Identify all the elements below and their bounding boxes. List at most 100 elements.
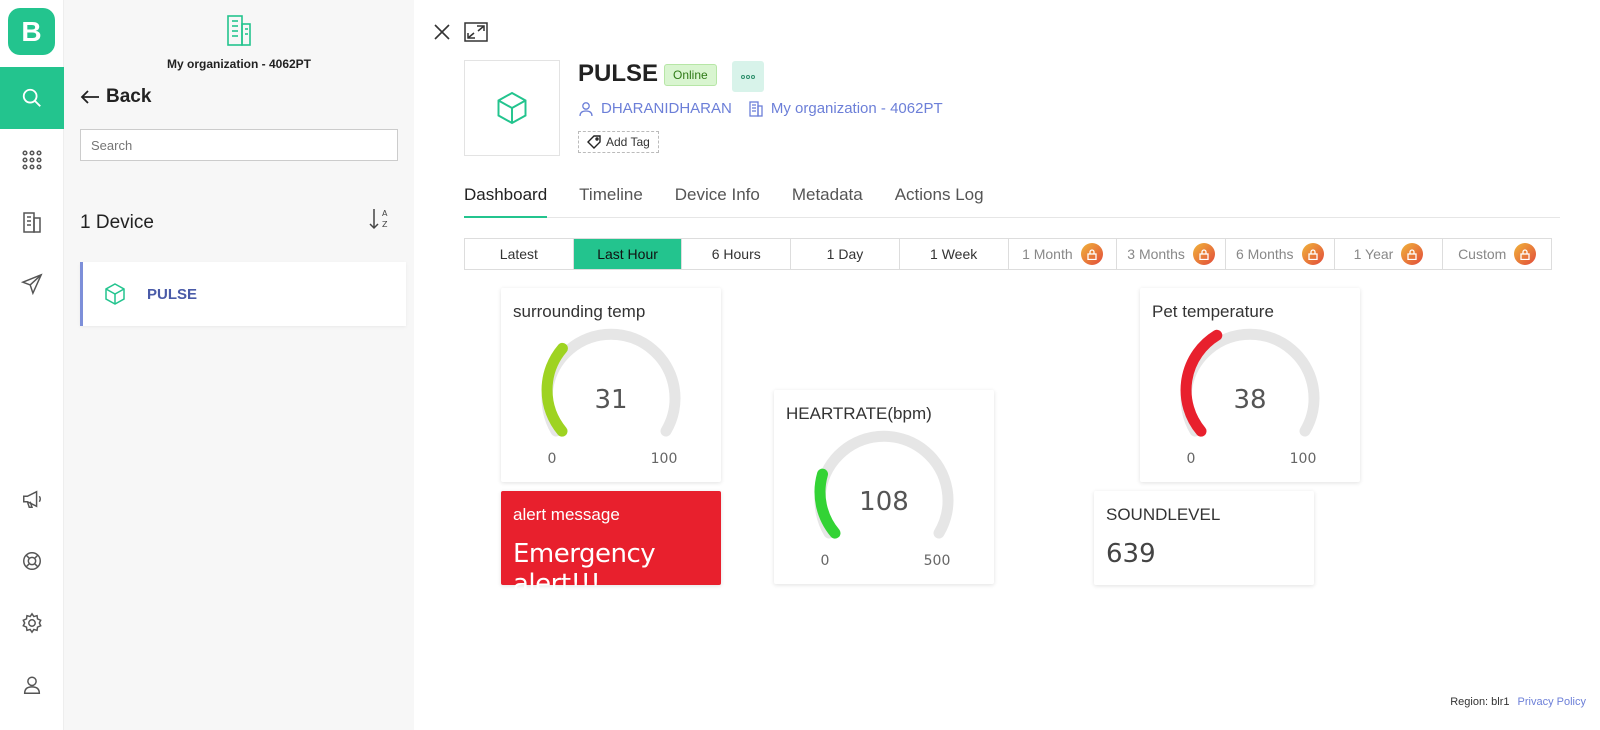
gauge-max: 100 — [651, 451, 678, 467]
add-tag-label: Add Tag — [606, 135, 650, 149]
privacy-policy-link[interactable]: Privacy Policy — [1518, 696, 1586, 708]
footer: Region: blr1 Privacy Policy — [1450, 696, 1586, 708]
gauge-min: 0 — [821, 553, 830, 569]
alert-message-text: Emergency alert!!! — [513, 539, 656, 599]
time-range-label: Last Hour — [597, 246, 658, 262]
arrow-left-icon — [80, 90, 99, 104]
time-range-label: 3 Months — [1127, 246, 1185, 262]
user-icon[interactable] — [0, 654, 64, 716]
gauge-min: 0 — [1187, 451, 1196, 467]
tag-icon — [587, 135, 601, 149]
tab-device-info[interactable]: Device Info — [675, 182, 760, 218]
time-range-1-month[interactable]: 1 Month — [1009, 239, 1118, 269]
gear-icon[interactable] — [0, 592, 64, 654]
more-icon — [741, 74, 755, 79]
lock-icon — [1080, 243, 1103, 265]
gauge-max: 100 — [1290, 451, 1317, 467]
widget-title: SOUNDLEVEL — [1106, 505, 1221, 524]
blynk-logo[interactable]: B — [8, 8, 55, 55]
building-icon[interactable] — [0, 191, 64, 253]
device-meta: DHARANIDHARAN My organization - 4062PT — [578, 100, 943, 117]
time-range-label: 6 Months — [1235, 246, 1294, 262]
lock-icon — [1301, 243, 1324, 265]
region-label: Region: blr1 — [1450, 696, 1510, 708]
time-range-1-day[interactable]: 1 Day — [791, 239, 900, 269]
time-range-custom[interactable]: Custom — [1443, 239, 1551, 269]
cube-icon — [497, 91, 527, 125]
back-label: Back — [106, 86, 152, 107]
building-icon — [749, 100, 763, 117]
device-list-item[interactable]: PULSE — [80, 262, 406, 326]
expand-icon[interactable] — [464, 22, 488, 42]
heartrate-widget[interactable]: HEARTRATE(bpm) 108 0 500 — [774, 390, 994, 584]
device-image — [464, 60, 560, 156]
pet-temperature-gauge: 38 0 100 — [1180, 328, 1320, 467]
gauge-max: 500 — [924, 553, 951, 569]
tab-metadata[interactable]: Metadata — [792, 182, 863, 218]
device-list-item-name: PULSE — [147, 285, 198, 303]
organization-name: My organization - 4062PT — [166, 57, 312, 71]
owner-name: DHARANIDHARAN — [601, 100, 732, 117]
time-range-label: Custom — [1458, 246, 1507, 262]
close-icon[interactable] — [432, 22, 452, 42]
time-range-last-hour[interactable]: Last Hour — [573, 239, 683, 269]
gauge-track — [814, 430, 954, 539]
user-icon — [579, 101, 593, 116]
time-range-label: 6 Hours — [711, 246, 761, 262]
lock-icon — [1401, 243, 1424, 265]
owner-link[interactable]: DHARANIDHARAN — [578, 100, 732, 117]
sort-az-icon[interactable]: AZ — [368, 206, 392, 237]
time-range-1-week[interactable]: 1 Week — [900, 239, 1009, 269]
organization-building-icon — [227, 15, 251, 46]
send-icon[interactable] — [0, 253, 64, 315]
pet-temperature-widget[interactable]: Pet temperature 38 0 100 — [1140, 288, 1360, 482]
time-range-label: 1 Month — [1022, 246, 1073, 262]
back-button[interactable]: Back — [80, 86, 151, 108]
time-range-label: 1 Day — [826, 246, 864, 262]
cube-icon — [105, 283, 125, 305]
megaphone-icon[interactable] — [0, 468, 64, 530]
device-title: PULSE — [578, 60, 659, 87]
soundlevel-value: 639 — [1106, 539, 1156, 569]
organization-link[interactable]: My organization - 4062PT — [748, 100, 943, 117]
add-tag-button[interactable]: Add Tag — [578, 131, 659, 153]
device-count: 1 Device — [80, 212, 154, 233]
gauge-min: 0 — [548, 451, 557, 467]
status-badge: Online — [664, 64, 717, 86]
search-input[interactable] — [80, 129, 398, 161]
lifebuoy-icon[interactable] — [0, 530, 64, 592]
window-controls — [432, 22, 488, 42]
time-range-latest[interactable]: Latest — [465, 239, 574, 269]
time-range-3-months[interactable]: 3 Months — [1117, 239, 1226, 269]
organization-header[interactable]: My organization - 4062PT — [64, 14, 414, 71]
surrounding-temp-widget[interactable]: surrounding temp 31 0 100 — [501, 288, 721, 482]
time-range-1-year[interactable]: 1 Year — [1335, 239, 1444, 269]
tab-dashboard[interactable]: Dashboard — [464, 182, 548, 218]
more-options-button[interactable] — [732, 61, 764, 92]
device-list-panel: My organization - 4062PT Back 1 Device A… — [64, 0, 414, 730]
time-range-label: Latest — [499, 246, 538, 262]
organization-name: My organization - 4062PT — [770, 100, 943, 117]
gauge-fill — [541, 342, 568, 437]
search-icon[interactable] — [0, 67, 64, 129]
gauge-value: 38 — [1233, 385, 1266, 415]
gauge-value: 31 — [594, 385, 627, 415]
alert-message-widget[interactable]: alert message Emergency alert!!! — [501, 491, 721, 599]
time-range-6-months[interactable]: 6 Months — [1226, 239, 1335, 269]
surrounding-temp-gauge: 31 0 100 — [541, 328, 681, 467]
gauge-value: 108 — [859, 487, 909, 517]
tab-actions-log[interactable]: Actions Log — [895, 182, 984, 218]
time-range-label: 1 Week — [930, 246, 978, 262]
device-tabs: Dashboard Timeline Device Info Metadata … — [464, 182, 1560, 218]
icon-rail: B — [0, 0, 64, 730]
svg-text:Z: Z — [382, 220, 388, 229]
widget-title: alert message — [513, 505, 620, 524]
lock-icon — [1192, 243, 1215, 265]
time-range-6-hours[interactable]: 6 Hours — [682, 239, 792, 269]
tab-timeline[interactable]: Timeline — [579, 182, 643, 218]
svg-text:A: A — [382, 209, 388, 218]
apps-icon[interactable] — [0, 129, 64, 191]
soundlevel-widget[interactable]: SOUNDLEVEL 639 — [1094, 491, 1314, 585]
time-range-selector: Latest Last Hour 6 Hours 1 Day 1 Week 1 Month… — [464, 238, 1552, 270]
heartrate-gauge: 108 0 500 — [814, 430, 954, 569]
